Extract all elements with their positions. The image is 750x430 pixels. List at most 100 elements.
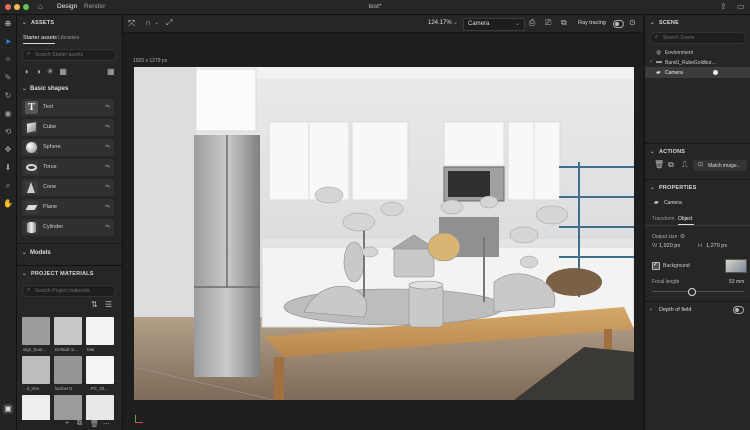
shape-cone[interactable]: Cone ⇋ [22, 179, 114, 196]
shape-cylinder[interactable]: Cylinder ⇋ [22, 219, 114, 236]
depth-of-field-toggle[interactable] [733, 306, 744, 314]
chevron-down-icon[interactable]: ⌄ [22, 86, 27, 92]
collapse-icon[interactable]: ⌄ [650, 20, 655, 26]
material-swatch[interactable] [86, 317, 114, 345]
orbit-tool-icon[interactable]: ↻ [3, 91, 13, 101]
collapse-icon[interactable]: ⌄ [22, 271, 27, 277]
material-swatch[interactable] [22, 356, 50, 384]
magic-select-icon[interactable]: ✧ [3, 55, 13, 65]
options-icon[interactable]: ⇋ [105, 163, 110, 170]
options-icon[interactable]: ⇋ [105, 223, 110, 230]
tab-transform[interactable]: Transform [652, 216, 675, 222]
height-field[interactable]: 1,279 px [706, 243, 727, 249]
shape-cube[interactable]: Cube ⇋ [22, 119, 114, 136]
background-thumbnail[interactable] [725, 259, 747, 273]
materials-filter-icon[interactable]: ◐ [25, 67, 36, 76]
collapse-icon[interactable]: ⌄ [650, 149, 655, 155]
options-icon[interactable]: ⇋ [105, 183, 110, 190]
duplicate-icon[interactable]: ⧉ [77, 420, 82, 428]
camera-bookmark-icon[interactable]: ⎚ [545, 18, 551, 28]
panel-toggle-icon[interactable]: ▣ [3, 404, 13, 414]
material-swatch[interactable] [54, 356, 82, 384]
torus-shape-icon [25, 161, 38, 174]
sun-filter-icon[interactable]: ✳ [47, 67, 60, 76]
link-icon[interactable]: ⊘ [680, 233, 685, 240]
camera-view-icon[interactable]: ⧉ [561, 18, 567, 28]
zoom-icon[interactable]: ⌕ [3, 181, 13, 191]
align-icon[interactable]: ⎍ [682, 160, 688, 170]
slider-handle[interactable] [688, 288, 696, 296]
shape-sphere[interactable]: Sphere ⇋ [22, 139, 114, 156]
grid-view-icon[interactable]: ▦ [107, 67, 115, 76]
add-icon[interactable]: ⊕ [3, 19, 13, 29]
background-checkbox[interactable]: ✓ [652, 262, 660, 270]
list-view-icon[interactable]: ☰ [105, 300, 112, 309]
scene-render[interactable] [134, 67, 634, 400]
tab-starter-assets[interactable]: Starter assets [23, 35, 57, 41]
scene-search-input[interactable]: ⌕ Search Scene [650, 32, 746, 44]
options-icon[interactable]: ⇋ [105, 103, 110, 110]
material-swatch[interactable] [86, 395, 114, 423]
rotate-icon[interactable]: ⟲ [3, 127, 13, 137]
hand-icon[interactable]: ✋ [3, 199, 13, 209]
share-icon[interactable]: ⇪ [720, 2, 727, 11]
add-material-icon[interactable]: + [65, 420, 69, 427]
delete-icon[interactable]: 🗑 [90, 420, 99, 428]
paint-icon[interactable]: ◉ [3, 109, 13, 119]
text-shape-icon: T [25, 101, 38, 114]
chevron-down-icon[interactable]: ⌄ [453, 19, 458, 26]
lights-filter-icon[interactable]: ◑ [36, 67, 47, 76]
assets-search-input[interactable]: ⌕ Search Starter assets [22, 49, 116, 61]
canvas-size-label: 1920 x 1279 px [133, 58, 168, 64]
tab-object[interactable]: Object [678, 216, 692, 222]
magnet-icon[interactable]: ∩ [145, 18, 151, 27]
image-filter-icon[interactable]: ▦ [59, 67, 73, 76]
options-icon[interactable]: ⇋ [105, 123, 110, 130]
scene-item-camera[interactable]: ▰ Camera [645, 67, 750, 78]
drop-icon[interactable]: ⬇ [3, 163, 13, 173]
snap-icon[interactable]: ⤢ [166, 18, 172, 28]
transform-icon[interactable]: ⤧ [128, 18, 135, 29]
camera-add-icon[interactable]: ⎙ [529, 18, 535, 28]
more-icon[interactable]: ⋯ [103, 420, 110, 428]
material-swatch[interactable] [22, 317, 50, 345]
cone-shape-icon [25, 181, 38, 194]
shape-torus[interactable]: Torus ⇋ [22, 159, 114, 176]
focal-length-value[interactable]: 53 mm [729, 279, 744, 285]
environment-icon: ◍ [656, 50, 662, 56]
ray-tracing-toggle[interactable] [613, 20, 624, 28]
select-tool-icon[interactable]: ➤ [3, 37, 13, 47]
viewport[interactable]: 1920 x 1279 px [123, 33, 643, 430]
sort-icon[interactable]: ⇅ [91, 300, 98, 309]
delete-icon[interactable]: 🗑 [654, 160, 664, 169]
zoom-level[interactable]: 124.17% [428, 20, 452, 26]
material-swatch[interactable] [54, 395, 82, 423]
chevron-down-icon[interactable]: ⌄ [675, 278, 680, 285]
materials-search-input[interactable]: ⌕ Search Project materials [22, 285, 116, 297]
material-swatch[interactable] [86, 356, 114, 384]
eyedropper-icon[interactable]: ✎ [3, 73, 13, 83]
assets-header: ASSETS [31, 20, 55, 26]
render-preview-icon[interactable]: ⊙ [629, 18, 636, 27]
chevron-down-icon[interactable]: ⌄ [154, 19, 159, 26]
camera-select[interactable]: Camera ⌄ [463, 18, 525, 31]
move-icon[interactable]: ✥ [3, 145, 13, 155]
duplicate-icon[interactable]: ⧉ [668, 160, 674, 170]
options-icon[interactable]: ⇋ [105, 143, 110, 150]
shape-text[interactable]: T Text ⇋ [22, 99, 114, 116]
chevron-down-icon[interactable]: ⌄ [22, 250, 27, 256]
material-swatch[interactable] [54, 317, 82, 345]
material-swatch[interactable] [22, 395, 50, 423]
focal-length-slider[interactable] [652, 288, 744, 296]
chevron-right-icon[interactable]: › [650, 59, 652, 65]
width-field[interactable]: 1,920 px [659, 243, 680, 249]
document-title: test* [368, 3, 382, 10]
options-icon[interactable]: ⇋ [105, 203, 110, 210]
window-layout-icon[interactable]: ▭ [737, 2, 745, 11]
collapse-icon[interactable]: ⌄ [650, 185, 655, 191]
tab-libraries[interactable]: Libraries [58, 35, 79, 41]
shape-plane[interactable]: Plane ⇋ [22, 199, 114, 216]
collapse-icon[interactable]: ⌄ [22, 20, 27, 26]
chevron-right-icon[interactable]: › [650, 307, 652, 313]
match-image-button[interactable]: ⊡ Match image... [693, 160, 747, 171]
